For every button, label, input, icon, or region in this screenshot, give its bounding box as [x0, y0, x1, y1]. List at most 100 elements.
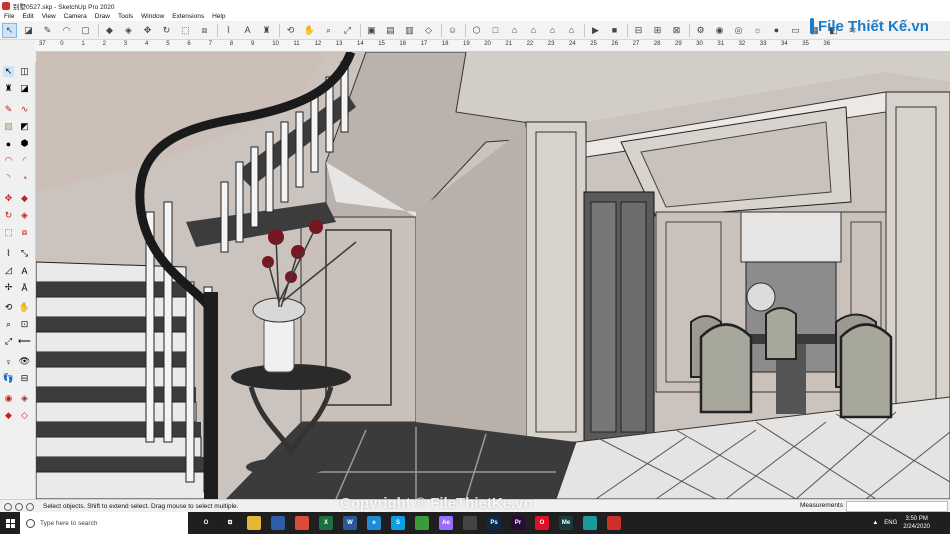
view-front-icon[interactable]: ⌂ [508, 24, 521, 37]
paint-bucket-icon[interactable]: ♜ [260, 24, 273, 37]
freehand-tool-icon[interactable]: ∿ [19, 104, 30, 115]
calculator-icon[interactable] [463, 516, 477, 530]
three-point-arc-icon[interactable]: ◝ [3, 172, 14, 183]
play-icon[interactable]: ▶ [589, 24, 602, 37]
3d-text-icon[interactable]: Å [19, 282, 30, 293]
menu-tools[interactable]: Tools [114, 13, 137, 20]
chrome-icon[interactable] [295, 516, 309, 530]
rectangle-tool-icon[interactable]: ▧ [3, 121, 14, 132]
media-encoder-icon[interactable]: Me [559, 516, 573, 530]
move-tool-icon[interactable]: ✥ [141, 24, 154, 37]
extension-manager-icon[interactable]: ◇ [19, 410, 30, 421]
shape-tool-icon[interactable]: ▢ [79, 24, 92, 37]
clock[interactable]: 3:50 PM 2/24/2020 [903, 515, 930, 531]
look-around-icon[interactable]: 👁 [19, 356, 30, 367]
warehouse-icon[interactable]: ▣ [365, 24, 378, 37]
text-tool-icon[interactable]: A [241, 24, 254, 37]
orbit-tool-icon[interactable]: ⟲ [3, 302, 14, 313]
push-pull-icon[interactable]: ◆ [19, 193, 30, 204]
menu-extensions[interactable]: Extensions [168, 13, 208, 20]
section-display-icon[interactable]: ⊞ [651, 24, 664, 37]
edge-icon[interactable]: e [367, 516, 381, 530]
credits-icon[interactable] [15, 502, 23, 511]
measurements-input[interactable] [846, 501, 948, 512]
circle-tool-icon[interactable]: ● [3, 138, 14, 149]
section-cut-icon[interactable]: ⊠ [670, 24, 683, 37]
menu-draw[interactable]: Draw [91, 13, 114, 20]
axes-tool-icon[interactable]: ✢ [3, 282, 14, 293]
photos-icon[interactable] [583, 516, 597, 530]
view-left-icon[interactable]: ⌂ [565, 24, 578, 37]
premiere-icon[interactable]: Pr [511, 516, 525, 530]
eraser-tool-icon[interactable]: ◪ [19, 83, 30, 94]
menu-help[interactable]: Help [208, 13, 229, 20]
tape-measure-icon[interactable]: ⌇ [3, 248, 14, 259]
section-plane-icon[interactable]: ⊟ [19, 373, 30, 384]
network-icon[interactable]: ▲ [872, 520, 878, 526]
text-tool-icon[interactable]: A [19, 265, 30, 276]
arc-tool-icon[interactable]: ◠ [60, 24, 73, 37]
zoom-window-icon[interactable]: ⊡ [19, 319, 30, 330]
language-indicator[interactable]: ENG [884, 520, 897, 526]
rotate-tool-icon[interactable]: ↻ [3, 210, 14, 221]
settings-gear-icon[interactable]: ⚙ [694, 24, 707, 37]
menu-window[interactable]: Window [137, 13, 168, 20]
excel-icon[interactable]: X [319, 516, 333, 530]
offset-tool-icon[interactable]: ⧈ [198, 24, 211, 37]
menu-file[interactable]: File [0, 13, 18, 20]
account-icon[interactable]: ☺ [446, 24, 459, 37]
cortana-icon[interactable]: O [199, 516, 213, 530]
menu-edit[interactable]: Edit [18, 13, 37, 20]
model-viewport[interactable] [36, 52, 950, 499]
zoom-tool-icon[interactable]: ⌕ [322, 24, 335, 37]
rotated-rectangle-icon[interactable]: ◩ [19, 121, 30, 132]
ruby-icon[interactable]: ◇ [422, 24, 435, 37]
two-point-arc-icon[interactable]: ◜ [19, 155, 30, 166]
view-iso-icon[interactable]: ⬡ [470, 24, 483, 37]
polygon-tool-icon[interactable]: ⬢ [19, 138, 30, 149]
word-icon[interactable]: W [343, 516, 357, 530]
vray-sphere-icon[interactable]: ● [770, 24, 783, 37]
taskbar-search[interactable]: Type here to search [20, 512, 188, 534]
zoom-tool-icon[interactable]: ⌕ [3, 319, 14, 330]
protractor-icon[interactable]: ◿ [3, 265, 14, 276]
after-effects-icon[interactable]: Ae [439, 516, 453, 530]
make-component-icon[interactable]: ◫ [19, 66, 30, 77]
extension-warehouse-icon[interactable]: ▤ [384, 24, 397, 37]
walk-tool-icon[interactable]: 👣 [3, 373, 14, 384]
pan-tool-icon[interactable]: ✋ [303, 24, 316, 37]
help-icon[interactable] [26, 502, 34, 511]
position-camera-icon[interactable]: ♀ [3, 356, 14, 367]
line-tool-icon[interactable]: ✎ [3, 104, 14, 115]
view-back-icon[interactable]: ⌂ [546, 24, 559, 37]
follow-me-icon[interactable]: ◈ [19, 210, 30, 221]
zalo-icon[interactable] [415, 516, 429, 530]
warehouse-icon[interactable]: ◉ [3, 393, 14, 404]
offset-tool-icon[interactable]: ⧈ [19, 227, 30, 238]
view-top-icon[interactable]: □ [489, 24, 502, 37]
zoom-extents-icon[interactable]: ⤢ [341, 24, 354, 37]
geolocation-icon[interactable] [4, 502, 12, 511]
line-tool-icon[interactable]: ✎ [41, 24, 54, 37]
file-explorer-icon[interactable] [247, 516, 261, 530]
section-plane-icon[interactable]: ⊟ [632, 24, 645, 37]
task-view-icon[interactable]: ⧉ [223, 516, 237, 530]
vray-frame-icon[interactable]: ◎ [732, 24, 745, 37]
scale-tool-icon[interactable]: ⬚ [3, 227, 14, 238]
follow-me-icon[interactable]: ◈ [122, 24, 135, 37]
view-right-icon[interactable]: ⌂ [527, 24, 540, 37]
vray-plane-icon[interactable]: ▭ [789, 24, 802, 37]
arc-tool-icon[interactable]: ◠ [3, 155, 14, 166]
start-button[interactable] [0, 512, 20, 534]
store-icon[interactable] [271, 516, 285, 530]
orbit-tool-icon[interactable]: ⟲ [284, 24, 297, 37]
opera-icon[interactable]: O [535, 516, 549, 530]
previous-view-icon[interactable]: ⟵ [18, 336, 31, 347]
layout-icon[interactable]: ▥ [403, 24, 416, 37]
pie-tool-icon[interactable]: ◔ [19, 172, 30, 183]
menu-view[interactable]: View [38, 13, 60, 20]
stop-icon[interactable]: ■ [608, 24, 621, 37]
extension-warehouse-icon[interactable]: ◆ [3, 410, 14, 421]
share-component-icon[interactable]: ◈ [19, 393, 30, 404]
skype-icon[interactable]: S [391, 516, 405, 530]
